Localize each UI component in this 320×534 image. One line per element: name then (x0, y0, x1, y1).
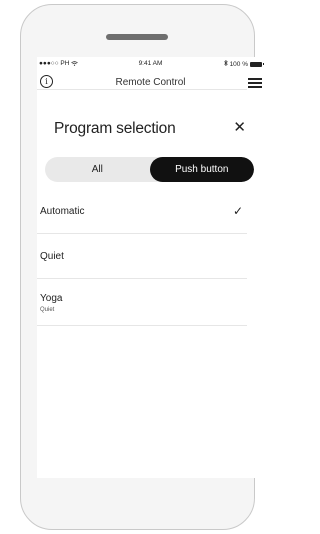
program-name: Automatic (40, 206, 85, 217)
panel-title: Program selection (54, 120, 176, 137)
program-row-quiet[interactable]: Quiet (37, 234, 247, 279)
title-divider (37, 89, 247, 90)
app-title: Remote Control (115, 77, 186, 88)
check-icon: ✓ (232, 204, 243, 218)
battery-label: 100 % (229, 60, 248, 68)
tab-all[interactable]: All (45, 157, 150, 182)
hamburger-menu-icon[interactable] (248, 77, 262, 88)
status-bar: ●●●○○ PH 9:41 AM 100 % (37, 57, 264, 69)
phone-speaker (106, 34, 168, 40)
bluetooth-icon (223, 59, 228, 68)
app-bar: i Remote Control (37, 71, 264, 97)
close-icon[interactable]: ✕ (233, 120, 246, 136)
status-right: 100 % (223, 59, 264, 68)
program-filter-tabs: All Push button (45, 157, 254, 182)
program-name: Yoga (40, 293, 63, 304)
program-list: Automatic ✓ Quiet Yoga Quiet (37, 188, 247, 326)
program-row-yoga[interactable]: Yoga Quiet (37, 279, 247, 326)
program-row-automatic[interactable]: Automatic ✓ (37, 188, 247, 234)
program-name: Quiet (40, 251, 64, 262)
program-subtitle: Quiet (40, 307, 55, 313)
battery-icon (250, 61, 264, 67)
tab-push-button[interactable]: Push button (149, 157, 254, 182)
